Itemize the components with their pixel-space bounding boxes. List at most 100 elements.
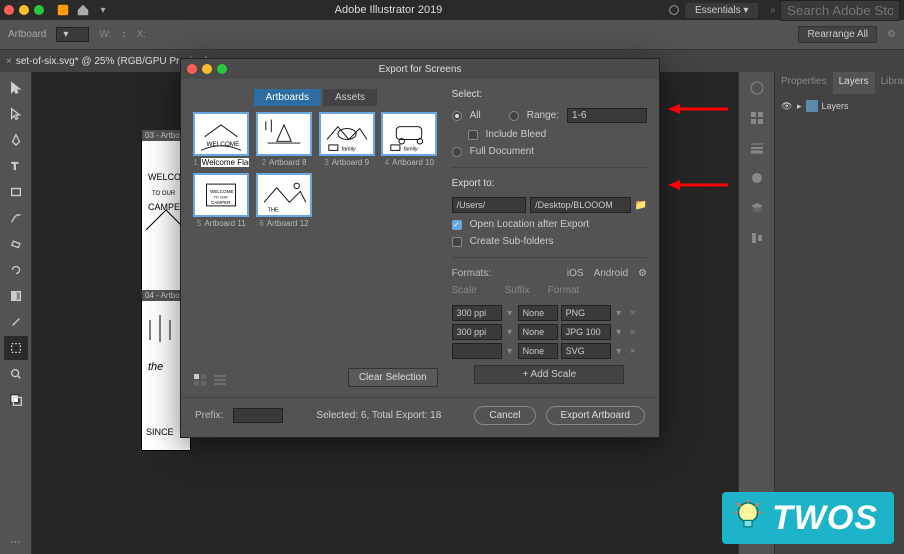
visibility-icon[interactable]: 👁 bbox=[781, 101, 793, 112]
svg-text:CAMPER: CAMPER bbox=[211, 200, 231, 205]
svg-text:THE: THE bbox=[268, 207, 279, 213]
chevron-down-icon[interactable]: ▾ bbox=[505, 327, 515, 338]
chevron-down-icon[interactable]: ▾ bbox=[505, 308, 515, 319]
zoom-tool[interactable] bbox=[4, 362, 28, 386]
chevron-down-icon[interactable]: ▾ bbox=[614, 346, 624, 357]
workspace-switcher[interactable]: Essentials ▾ bbox=[685, 3, 758, 18]
expand-icon[interactable]: ▸ bbox=[797, 101, 802, 112]
lightbulb-icon bbox=[732, 498, 764, 538]
type-tool[interactable]: T bbox=[4, 154, 28, 178]
artboards-tab[interactable]: Artboards bbox=[254, 89, 321, 106]
artboard-thumb[interactable]: WELCOME1Welcome Flag bbox=[193, 112, 250, 167]
home-icon[interactable] bbox=[74, 1, 92, 19]
dialog-zoom[interactable] bbox=[217, 64, 227, 74]
list-view-icon[interactable] bbox=[213, 373, 227, 387]
remove-row-icon[interactable]: × bbox=[627, 346, 639, 357]
artboard-thumb[interactable]: WELCOMETO OURCAMPER5Artboard 11 bbox=[193, 173, 250, 228]
chevron-down-icon[interactable]: ▾ bbox=[505, 346, 515, 357]
appearance-panel-icon[interactable] bbox=[745, 166, 769, 190]
layer-row[interactable]: 👁 ▸ Layers bbox=[779, 98, 900, 114]
format-field[interactable]: JPG 100 bbox=[561, 324, 611, 340]
dialog-minimize[interactable] bbox=[202, 64, 212, 74]
stroke-panel-icon[interactable] bbox=[745, 136, 769, 160]
suffix-field[interactable]: None bbox=[518, 305, 558, 321]
eyedropper-tool[interactable] bbox=[4, 310, 28, 334]
color-panel-icon[interactable] bbox=[745, 76, 769, 100]
scale-field[interactable] bbox=[452, 343, 502, 359]
svg-text:family: family bbox=[341, 146, 355, 152]
scale-field[interactable]: 300 ppi bbox=[452, 305, 502, 321]
range-input[interactable] bbox=[567, 108, 647, 123]
svg-text:WELCOME: WELCOME bbox=[210, 189, 233, 194]
format-field[interactable]: SVG bbox=[561, 343, 611, 359]
formats-gear-icon[interactable]: ⚙ bbox=[638, 268, 647, 279]
app-title: Adobe Illustrator 2019 bbox=[114, 4, 663, 16]
rotate-tool[interactable] bbox=[4, 258, 28, 282]
export-path-2: /Desktop/BLOOOM bbox=[530, 197, 630, 213]
remove-row-icon[interactable]: × bbox=[627, 308, 639, 319]
android-preset-button[interactable]: Android bbox=[594, 268, 628, 279]
selection-tool[interactable] bbox=[4, 76, 28, 100]
artboard-thumb[interactable]: family3Artboard 9 bbox=[318, 112, 375, 167]
align-panel-icon[interactable] bbox=[745, 226, 769, 250]
tab-close-icon[interactable]: × bbox=[6, 56, 12, 67]
edit-toolbar-icon[interactable]: ⋯ bbox=[4, 530, 28, 554]
grid-view-icon[interactable] bbox=[193, 373, 207, 387]
suffix-field[interactable]: None bbox=[518, 324, 558, 340]
add-scale-button[interactable]: + Add Scale bbox=[474, 365, 624, 384]
close-window[interactable] bbox=[4, 5, 14, 15]
format-field[interactable]: PNG bbox=[561, 305, 611, 321]
layers-panel-icon[interactable] bbox=[745, 196, 769, 220]
dialog-title: Export for Screens bbox=[181, 64, 659, 75]
browse-folder-icon[interactable]: 📁 bbox=[635, 200, 647, 211]
rectangle-tool[interactable] bbox=[4, 180, 28, 204]
export-status: Selected: 6, Total Export: 18 bbox=[293, 410, 464, 421]
export-for-screens-dialog: Export for Screens Artboards Assets WELC… bbox=[180, 58, 660, 438]
sync-icon[interactable] bbox=[665, 1, 683, 19]
stock-search-input[interactable] bbox=[780, 0, 900, 21]
gradient-tool[interactable] bbox=[4, 284, 28, 308]
prefix-input[interactable] bbox=[233, 408, 283, 423]
assets-tab[interactable]: Assets bbox=[323, 89, 377, 106]
suffix-field[interactable]: None bbox=[518, 343, 558, 359]
preset-dropdown[interactable]: ▾ bbox=[56, 27, 89, 42]
artboard-thumb[interactable]: family4Artboard 10 bbox=[381, 112, 438, 167]
pen-tool[interactable] bbox=[4, 128, 28, 152]
svg-text:the: the bbox=[148, 361, 163, 373]
export-artboard-button[interactable]: Export Artboard bbox=[546, 406, 645, 425]
libraries-tab[interactable]: Libraries bbox=[875, 72, 904, 94]
artboard-tool[interactable] bbox=[4, 336, 28, 360]
fill-stroke-swatch[interactable] bbox=[4, 388, 28, 412]
minimize-window[interactable] bbox=[19, 5, 29, 15]
cancel-button[interactable]: Cancel bbox=[474, 406, 535, 425]
rearrange-all-button[interactable]: Rearrange All bbox=[798, 26, 877, 43]
ios-preset-button[interactable]: iOS bbox=[567, 268, 584, 279]
right-dock bbox=[738, 72, 774, 554]
maximize-window[interactable] bbox=[34, 5, 44, 15]
scale-field[interactable]: 300 ppi bbox=[452, 324, 502, 340]
select-range-radio[interactable] bbox=[509, 111, 519, 121]
open-location-checkbox[interactable] bbox=[452, 220, 462, 230]
annotation-arrow bbox=[668, 102, 728, 116]
chevron-dropdown-icon[interactable]: ▾ bbox=[94, 1, 112, 19]
menubar: ▾ Adobe Illustrator 2019 Essentials ▾ ⌕ bbox=[0, 0, 904, 20]
full-document-radio[interactable] bbox=[452, 147, 462, 157]
eraser-tool[interactable] bbox=[4, 232, 28, 256]
chevron-down-icon[interactable]: ▾ bbox=[614, 327, 624, 338]
select-all-radio[interactable] bbox=[452, 111, 462, 121]
remove-row-icon[interactable]: × bbox=[627, 327, 639, 338]
prefix-label: Prefix: bbox=[195, 410, 223, 421]
options-gear-icon[interactable]: ⚙ bbox=[887, 29, 896, 40]
swatches-panel-icon[interactable] bbox=[745, 106, 769, 130]
artboard-thumb[interactable]: THE6Artboard 12 bbox=[256, 173, 313, 228]
properties-tab[interactable]: Properties bbox=[775, 72, 833, 94]
include-bleed-checkbox[interactable] bbox=[468, 130, 478, 140]
artboard-thumb[interactable]: 2Artboard 8 bbox=[256, 112, 313, 167]
layers-tab[interactable]: Layers bbox=[833, 72, 875, 94]
brush-tool[interactable] bbox=[4, 206, 28, 230]
create-subfolders-checkbox[interactable] bbox=[452, 237, 462, 247]
dialog-close[interactable] bbox=[187, 64, 197, 74]
direct-selection-tool[interactable] bbox=[4, 102, 28, 126]
clear-selection-button[interactable]: Clear Selection bbox=[348, 368, 438, 387]
chevron-down-icon[interactable]: ▾ bbox=[614, 308, 624, 319]
